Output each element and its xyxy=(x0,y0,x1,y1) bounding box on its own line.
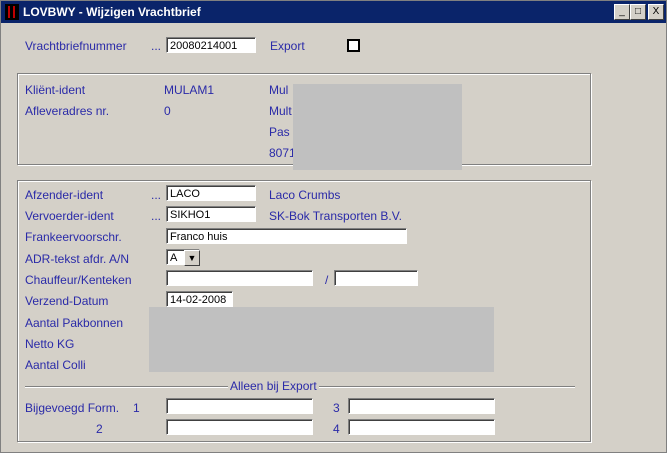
vervoerder-label: Vervoerder-ident xyxy=(25,209,114,223)
frankeer-label: Frankeervoorschr. xyxy=(25,230,122,244)
afzender-lookup[interactable]: ... xyxy=(151,188,161,202)
afzender-name: Laco Crumbs xyxy=(269,188,341,202)
client-address-line2: Pas xyxy=(269,125,290,139)
window-title: LOVBWY - Wijzigen Vrachtbrief xyxy=(23,5,201,19)
main-window: LOVBWY - Wijzigen Vrachtbrief _ □ X Vrac… xyxy=(0,0,667,453)
title-bar[interactable]: LOVBWY - Wijzigen Vrachtbrief _ □ X xyxy=(1,1,666,23)
close-button[interactable]: X xyxy=(648,4,664,20)
export-heading: Alleen bij Export xyxy=(228,379,319,393)
client-address-line3: 8071 xyxy=(269,146,296,160)
verzend-label: Verzend-Datum xyxy=(25,294,109,308)
form4-input[interactable] xyxy=(348,419,495,435)
client-address-line1: Mult xyxy=(269,104,292,118)
form3-input[interactable] xyxy=(348,398,495,414)
app-icon xyxy=(5,4,19,20)
client-ident-label: Kliënt-ident xyxy=(25,83,86,97)
pakbonnen-label: Aantal Pakbonnen xyxy=(25,316,124,330)
afzender-input[interactable]: LACO xyxy=(166,185,256,201)
export-label: Export xyxy=(270,39,305,53)
vrachtbrief-lookup[interactable]: ... xyxy=(151,39,161,53)
afzender-label: Afzender-ident xyxy=(25,188,104,202)
afleveradres-value: 0 xyxy=(164,104,171,118)
redacted-area xyxy=(149,307,494,372)
vervoerder-name: SK-Bok Transporten B.V. xyxy=(269,209,402,223)
vervoerder-lookup[interactable]: ... xyxy=(151,209,161,223)
form2-input[interactable] xyxy=(166,419,313,435)
adr-label: ADR-tekst afdr. A/N xyxy=(25,252,130,266)
client-ident-value: MULAM1 xyxy=(164,83,215,97)
chauffeur-label: Chauffeur/Kenteken xyxy=(25,273,132,287)
client-name: Mul xyxy=(269,83,289,97)
colli-label: Aantal Colli xyxy=(25,358,86,372)
verzend-date-input[interactable]: 14-02-2008 xyxy=(166,291,233,307)
minimize-button[interactable]: _ xyxy=(614,4,630,20)
vrachtbrief-label: Vrachtbriefnummer xyxy=(25,39,127,53)
afleveradres-label: Afleveradres nr. xyxy=(25,104,110,118)
form-number-1: 1 xyxy=(133,401,140,415)
vrachtbrief-input[interactable]: 20080214001 xyxy=(166,37,256,53)
form-label: Bijgevoegd Form. xyxy=(25,401,120,415)
netto-kg-label: Netto KG xyxy=(25,337,75,351)
maximize-button[interactable]: □ xyxy=(630,4,646,20)
form1-input[interactable] xyxy=(166,398,313,414)
form-number-2: 2 xyxy=(96,422,103,436)
chauffeur-slash: / xyxy=(325,273,329,287)
chevron-down-icon[interactable]: ▼ xyxy=(184,250,200,266)
redacted-area xyxy=(293,84,462,170)
frankeer-input[interactable]: Franco huis xyxy=(166,228,407,244)
chauffeur-input[interactable] xyxy=(166,270,313,286)
form-number-4: 4 xyxy=(333,422,340,436)
export-checkbox[interactable] xyxy=(347,39,360,52)
kenteken-input[interactable] xyxy=(334,270,418,286)
vervoerder-input[interactable]: SIKHO1 xyxy=(166,206,256,222)
form-number-3: 3 xyxy=(333,401,340,415)
